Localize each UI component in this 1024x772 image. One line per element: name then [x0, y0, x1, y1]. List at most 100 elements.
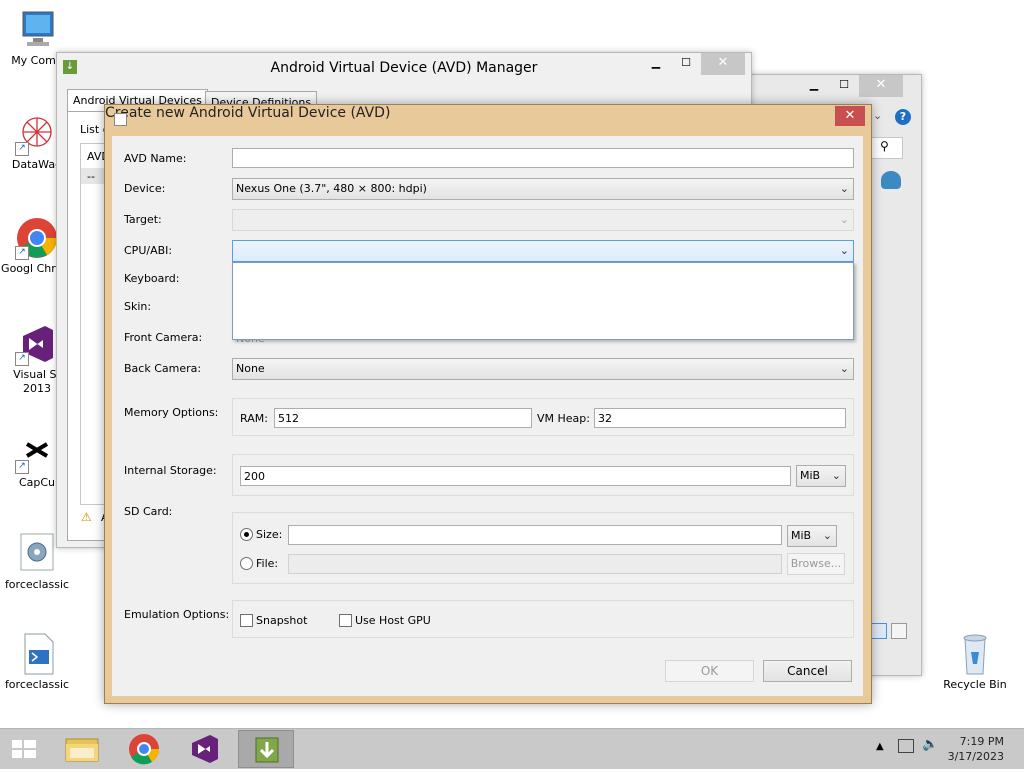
chevron-down-icon: ⌄	[831, 469, 841, 482]
snapshot-checkbox[interactable]	[240, 614, 253, 627]
android-sdk-icon	[255, 737, 279, 763]
start-button[interactable]	[0, 730, 48, 768]
ram-label: RAM:	[240, 412, 268, 425]
volume-icon[interactable]: 🔈	[922, 737, 938, 752]
folder-icon	[65, 738, 99, 762]
emulation-options-group	[232, 600, 854, 638]
emulation-options-label: Emulation Options:	[124, 608, 230, 621]
browse-button[interactable]: Browse...	[787, 553, 845, 575]
chevron-down-icon: ⌄	[839, 182, 849, 195]
minimize-button[interactable]: ▁	[641, 53, 671, 75]
sd-card-file-input[interactable]	[288, 554, 782, 574]
device-label: Device:	[124, 182, 166, 195]
desktop-icon-recycle-bin[interactable]: Recycle Bin	[938, 632, 1012, 692]
avd-name-input[interactable]	[232, 148, 854, 168]
chevron-down-icon: ⌄	[839, 362, 849, 375]
cancel-button[interactable]: Cancel	[763, 660, 852, 682]
taskbar-avd-manager[interactable]	[238, 730, 294, 768]
dialog-client-area: AVD Name: Device: Nexus One (3.7", 480 ×…	[112, 136, 863, 696]
shortcut-arrow-icon: ↗	[15, 460, 29, 474]
chevron-down-icon: ⌄	[839, 244, 849, 257]
use-host-gpu-checkbox[interactable]	[339, 614, 352, 627]
desktop-icon-label: forceclassic	[4, 678, 70, 691]
cpu-abi-dropdown-list[interactable]	[232, 262, 854, 340]
chevron-down-icon: ⌄	[822, 529, 832, 542]
details-view-icon[interactable]	[871, 623, 887, 639]
chrome-icon	[129, 734, 160, 765]
ram-input[interactable]: 512	[274, 408, 532, 428]
sd-card-size-radio[interactable]	[240, 528, 253, 541]
datawagon-icon: ↗	[15, 112, 59, 156]
visual-studio-icon	[192, 735, 218, 763]
help-icon[interactable]: ?	[895, 109, 911, 125]
large-icons-view-icon[interactable]	[891, 623, 907, 639]
dropdown-chevron-icon[interactable]: ⌄	[873, 109, 882, 122]
internal-storage-unit-select[interactable]: MiB ⌄	[796, 465, 846, 487]
front-camera-label: Front Camera:	[124, 331, 203, 344]
device-select[interactable]: Nexus One (3.7", 480 × 800: hdpi) ⌄	[232, 178, 854, 200]
dialog-title: Create new Android Virtual Device (AVD)	[105, 105, 391, 121]
memory-options-label: Memory Options:	[124, 406, 219, 419]
desktop-icon-label: forceclassic	[4, 578, 70, 591]
snapshot-label: Snapshot	[256, 614, 308, 627]
device-value: Nexus One (3.7", 480 × 800: hdpi)	[236, 182, 427, 195]
vm-heap-label: VM Heap:	[537, 412, 590, 425]
computer-icon	[15, 8, 59, 52]
file-label: File:	[256, 557, 279, 570]
search-icon: ⚲	[880, 139, 889, 153]
shell-icon	[881, 171, 901, 189]
sd-card-label: SD Card:	[124, 505, 173, 518]
clock-date: 3/17/2023	[947, 750, 1004, 763]
close-button[interactable]: ✕	[701, 53, 745, 75]
ok-button[interactable]: OK	[665, 660, 754, 682]
search-box[interactable]: ⚲	[871, 137, 903, 159]
visual-studio-icon: ↗	[15, 322, 59, 366]
back-camera-value: None	[236, 362, 265, 375]
taskbar-file-explorer[interactable]	[54, 730, 110, 768]
cpu-abi-select[interactable]: ⌄	[232, 240, 854, 262]
avd-name-label: AVD Name:	[124, 152, 187, 165]
vm-heap-input[interactable]: 32	[594, 408, 846, 428]
target-select[interactable]: ⌄	[232, 209, 854, 231]
minimize-button[interactable]: ▁	[799, 75, 829, 97]
taskbar-visual-studio[interactable]	[178, 730, 234, 768]
close-button[interactable]: ✕	[859, 75, 903, 97]
back-camera-label: Back Camera:	[124, 362, 202, 375]
powershell-script-icon	[15, 632, 59, 676]
notification-chevron-icon[interactable]: ▲	[876, 741, 884, 752]
use-host-gpu-label: Use Host GPU	[355, 614, 431, 627]
taskbar: ▲ 🔈 7:19 PM 3/17/2023	[0, 728, 1024, 769]
skin-label: Skin:	[124, 300, 152, 313]
back-camera-select[interactable]: None ⌄	[232, 358, 854, 380]
taskbar-clock[interactable]: 7:19 PM 3/17/2023	[948, 734, 1004, 764]
sd-card-size-unit: MiB	[791, 529, 812, 542]
internal-storage-unit: MiB	[800, 469, 821, 482]
taskbar-chrome[interactable]	[116, 730, 172, 768]
desktop-icon-label: Recycle Bin	[943, 678, 1007, 691]
recycle-bin-icon	[953, 632, 997, 676]
size-label: Size:	[256, 528, 283, 541]
shortcut-arrow-icon: ↗	[15, 246, 29, 260]
close-button[interactable]: ✕	[835, 106, 865, 126]
maximize-button[interactable]: ☐	[829, 75, 859, 97]
create-avd-dialog[interactable]: Create new Android Virtual Device (AVD) …	[104, 104, 872, 704]
dialog-icon	[114, 113, 127, 126]
maximize-button[interactable]: ☐	[671, 53, 701, 75]
sd-card-size-unit-select[interactable]: MiB ⌄	[787, 525, 837, 547]
cpu-abi-label: CPU/ABI:	[124, 244, 173, 257]
shortcut-arrow-icon: ↗	[15, 142, 29, 156]
network-icon[interactable]	[898, 739, 914, 753]
sd-card-size-input[interactable]	[288, 525, 782, 545]
internal-storage-label: Internal Storage:	[124, 464, 217, 477]
clock-time: 7:19 PM	[959, 735, 1004, 748]
windows-logo-icon	[12, 740, 36, 758]
target-label: Target:	[124, 213, 162, 226]
gear-icon	[15, 532, 59, 576]
keyboard-label: Keyboard:	[124, 272, 180, 285]
sd-card-file-radio[interactable]	[240, 557, 253, 570]
internal-storage-input[interactable]: 200	[240, 466, 791, 486]
desktop-icon-forceclassic-2[interactable]: forceclassic	[0, 632, 74, 692]
chevron-down-icon: ⌄	[839, 213, 849, 226]
capcut-icon: ↗	[15, 430, 59, 474]
warning-icon: ⚠	[81, 510, 92, 524]
